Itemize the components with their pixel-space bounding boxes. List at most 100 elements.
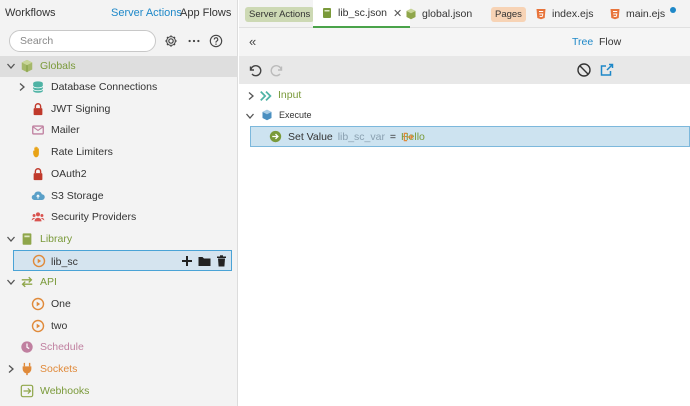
tree-library[interactable]: Library bbox=[0, 229, 238, 250]
server-actions-tag: Server Actions bbox=[245, 6, 315, 22]
tab-label: lib_sc.json bbox=[338, 7, 388, 19]
tab-label: global.json bbox=[422, 8, 473, 20]
chevron-down-icon[interactable] bbox=[6, 61, 16, 71]
disable-icon[interactable] bbox=[576, 62, 592, 78]
database-icon bbox=[32, 81, 44, 93]
tree-label: Globals bbox=[40, 60, 76, 72]
tree-rate-limiters[interactable]: Rate Limiters bbox=[0, 142, 238, 163]
tree-security-providers[interactable]: Security Providers bbox=[0, 207, 238, 228]
chevron-right-icon[interactable] bbox=[6, 364, 16, 374]
modified-dot bbox=[670, 7, 677, 13]
step-set-value[interactable]: Set Value lib_sc_var = Hello bbox=[250, 126, 690, 147]
undo-icon[interactable] bbox=[247, 62, 263, 78]
tree-label: Library bbox=[40, 233, 73, 245]
tree-label: JWT Signing bbox=[51, 103, 111, 115]
tree-database-connections[interactable]: Database Connections bbox=[0, 77, 238, 98]
close-icon[interactable]: ✕ bbox=[393, 7, 402, 20]
tree-api-two[interactable]: two bbox=[0, 316, 238, 337]
double-chevron-right-icon bbox=[260, 91, 272, 101]
users-icon bbox=[31, 212, 45, 222]
tab-server-actions[interactable]: Server Actions bbox=[111, 7, 182, 19]
cube-icon bbox=[262, 109, 272, 121]
tab-tree[interactable]: Tree bbox=[572, 36, 593, 48]
file-tabs: Server Actions lib_sc.json ✕ global.json… bbox=[239, 0, 690, 28]
editor-toolbar bbox=[239, 56, 690, 84]
help-icon[interactable] bbox=[208, 33, 224, 49]
exchange-icon bbox=[21, 276, 33, 288]
tree-label: Database Connections bbox=[51, 81, 158, 93]
html-file-icon bbox=[536, 9, 546, 20]
chevron-right-icon[interactable] bbox=[17, 82, 27, 92]
tab-index-ejs[interactable]: index.ejs bbox=[535, 0, 593, 28]
tree-label: Webhooks bbox=[40, 385, 90, 397]
tree-label: Mailer bbox=[51, 124, 80, 136]
editor-panel: Server Actions lib_sc.json ✕ global.json… bbox=[239, 0, 690, 406]
trash-icon[interactable] bbox=[216, 255, 227, 267]
gear-icon[interactable] bbox=[163, 33, 179, 49]
more-icon[interactable] bbox=[186, 33, 202, 49]
step-label: Input bbox=[278, 89, 302, 101]
play-circle-icon bbox=[31, 297, 45, 311]
cloud-upload-icon bbox=[31, 191, 45, 200]
tab-group-server-actions: Server Actions bbox=[245, 0, 315, 28]
lock-icon bbox=[33, 168, 43, 181]
arrow-right-circle-icon bbox=[269, 130, 282, 143]
lock-icon bbox=[33, 103, 43, 116]
left-panel: Workflows Server Actions App Flows Globa… bbox=[0, 0, 238, 406]
chevron-down-icon[interactable] bbox=[245, 111, 255, 121]
cube-icon bbox=[406, 8, 416, 20]
left-tabs: Workflows Server Actions App Flows bbox=[0, 0, 238, 28]
tab-flow[interactable]: Flow bbox=[599, 36, 621, 48]
tab-main-ejs[interactable]: main.ejs bbox=[609, 0, 677, 28]
tree-label: Rate Limiters bbox=[51, 146, 113, 158]
tree-label: Schedule bbox=[40, 341, 84, 353]
folder-icon[interactable] bbox=[198, 255, 211, 267]
tree-api[interactable]: API bbox=[0, 272, 238, 293]
chevron-down-icon[interactable] bbox=[6, 234, 16, 244]
tree-jwt-signing[interactable]: JWT Signing bbox=[0, 99, 238, 120]
editor-header: « Tree Flow bbox=[239, 28, 690, 56]
tree-lib-sc[interactable]: lib_sc bbox=[13, 250, 232, 271]
tree-webhooks[interactable]: Webhooks bbox=[0, 381, 238, 402]
row-actions bbox=[181, 255, 227, 267]
tree-oauth2[interactable]: OAuth2 bbox=[0, 164, 238, 185]
share-icon[interactable] bbox=[599, 62, 615, 78]
html-file-icon bbox=[610, 9, 620, 20]
search-box[interactable] bbox=[9, 30, 156, 52]
tree-label: Security Providers bbox=[51, 211, 137, 223]
redo-icon[interactable] bbox=[269, 62, 285, 78]
plug-icon bbox=[22, 362, 32, 376]
step-execute[interactable]: Execute bbox=[239, 107, 690, 125]
tree-sockets[interactable]: Sockets bbox=[0, 359, 238, 380]
tree-label: lib_sc bbox=[51, 256, 78, 268]
step-input[interactable]: Input bbox=[239, 86, 690, 106]
tree-label: API bbox=[40, 276, 57, 288]
plus-icon[interactable] bbox=[181, 255, 193, 267]
tab-app-flows[interactable]: App Flows bbox=[180, 7, 231, 19]
pages-tag: Pages bbox=[491, 6, 526, 22]
tree-label: two bbox=[51, 320, 68, 332]
tab-workflows[interactable]: Workflows bbox=[5, 7, 56, 19]
play-circle-icon bbox=[31, 319, 45, 333]
tree-api-one[interactable]: One bbox=[0, 294, 238, 315]
set-value-eq: = bbox=[389, 131, 397, 143]
search-input[interactable] bbox=[20, 31, 145, 51]
search-row bbox=[0, 30, 238, 54]
chevron-down-icon[interactable] bbox=[6, 277, 16, 287]
tab-lib-sc-json[interactable]: lib_sc.json ✕ bbox=[313, 0, 411, 28]
tab-label: main.ejs bbox=[626, 8, 666, 20]
tab-global-json[interactable]: global.json bbox=[405, 0, 472, 28]
tree-s3-storage[interactable]: S3 Storage bbox=[0, 186, 238, 207]
tree-mailer[interactable]: Mailer bbox=[0, 120, 238, 141]
play-circle-icon bbox=[32, 254, 46, 268]
webhook-icon bbox=[20, 384, 34, 398]
tab-group-pages: Pages bbox=[491, 0, 526, 28]
tree-schedule[interactable]: Schedule bbox=[0, 337, 238, 358]
tree-globals[interactable]: Globals bbox=[0, 56, 238, 77]
tab-label: index.ejs bbox=[552, 8, 594, 20]
chevron-right-icon[interactable] bbox=[246, 91, 256, 101]
step-label: Execute bbox=[279, 110, 312, 120]
mail-icon bbox=[32, 125, 44, 135]
double-chevron-left-icon[interactable]: « bbox=[249, 34, 256, 49]
sign-out-icon bbox=[403, 132, 414, 142]
